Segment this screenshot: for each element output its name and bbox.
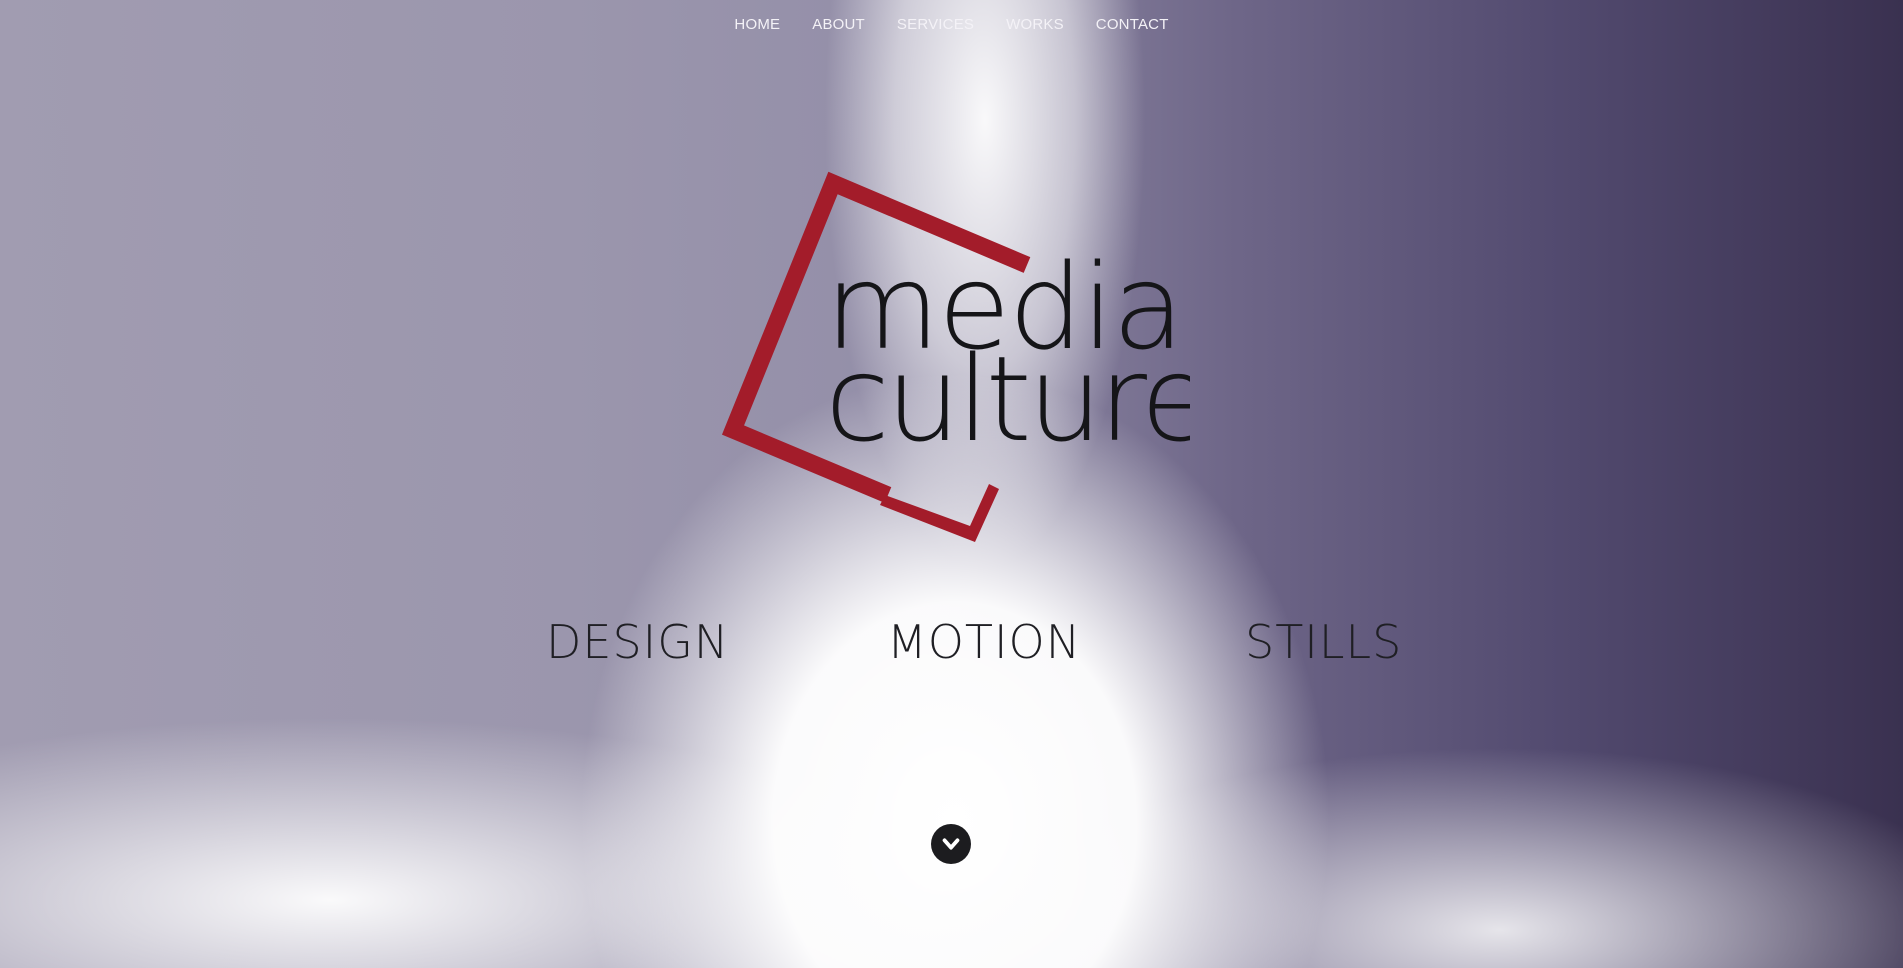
logo-graphic: media culture	[721, 171, 1213, 542]
category-design-link[interactable]: DESIGN	[546, 615, 729, 669]
nav-works-link[interactable]: WORKS	[1006, 16, 1064, 33]
category-links: DESIGN MOTION STILLS	[0, 615, 1903, 675]
media-culture-logo: media culture	[720, 170, 1213, 550]
top-navigation: HOME ABOUT SERVICES WORKS CONTACT	[0, 16, 1903, 33]
nav-services-link[interactable]: SERVICES	[897, 16, 974, 33]
nav-home-link[interactable]: HOME	[734, 16, 780, 33]
category-motion-link[interactable]: MOTION	[887, 615, 1081, 669]
scroll-down-button[interactable]	[931, 824, 971, 864]
logo-frame-corner	[880, 484, 999, 542]
chevron-down-icon	[942, 838, 960, 850]
category-stills-link[interactable]: STILLS	[1245, 615, 1402, 669]
nav-about-link[interactable]: ABOUT	[812, 16, 865, 33]
logo-word-culture: culture	[825, 330, 1190, 468]
logo-frame-bottom-right	[975, 465, 1020, 500]
nav-contact-link[interactable]: CONTACT	[1096, 16, 1169, 33]
